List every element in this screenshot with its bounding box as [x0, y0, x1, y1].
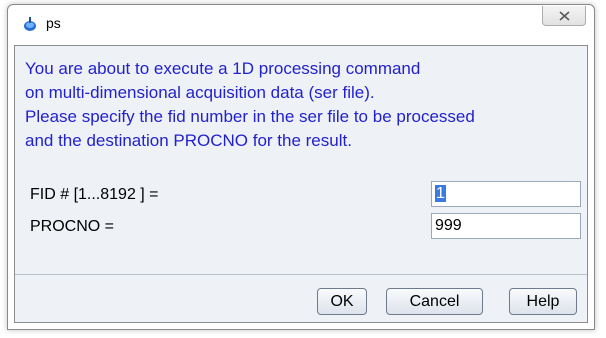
close-icon [559, 11, 570, 21]
fid-value: 1 [435, 185, 446, 202]
window-title: ps [46, 15, 61, 31]
help-button[interactable]: Help [509, 288, 577, 315]
message-text: You are about to execute a 1D processing… [25, 57, 581, 153]
close-button[interactable] [542, 6, 586, 26]
procno-label: PROCNO = [30, 218, 115, 235]
fid-input[interactable]: 1 [431, 181, 581, 207]
dialog-body: You are about to execute a 1D processing… [14, 45, 588, 323]
dialog-window: ps You are about to execute a 1D process… [7, 4, 595, 330]
message-line: on multi-dimensional acquisition data (s… [25, 83, 375, 102]
message-line: You are about to execute a 1D processing… [25, 59, 421, 78]
title-bar[interactable]: ps [8, 5, 594, 43]
divider [15, 274, 587, 275]
message-line: and the destination PROCNO for the resul… [25, 131, 352, 150]
app-icon [24, 17, 36, 31]
message-line: Please specify the fid number in the ser… [25, 107, 475, 126]
fid-label: FID # [1...8192 ] = [30, 186, 159, 203]
procno-value: 999 [435, 217, 462, 234]
ok-button[interactable]: OK [317, 288, 367, 315]
procno-input[interactable]: 999 [431, 213, 581, 239]
cancel-button[interactable]: Cancel [386, 288, 483, 315]
